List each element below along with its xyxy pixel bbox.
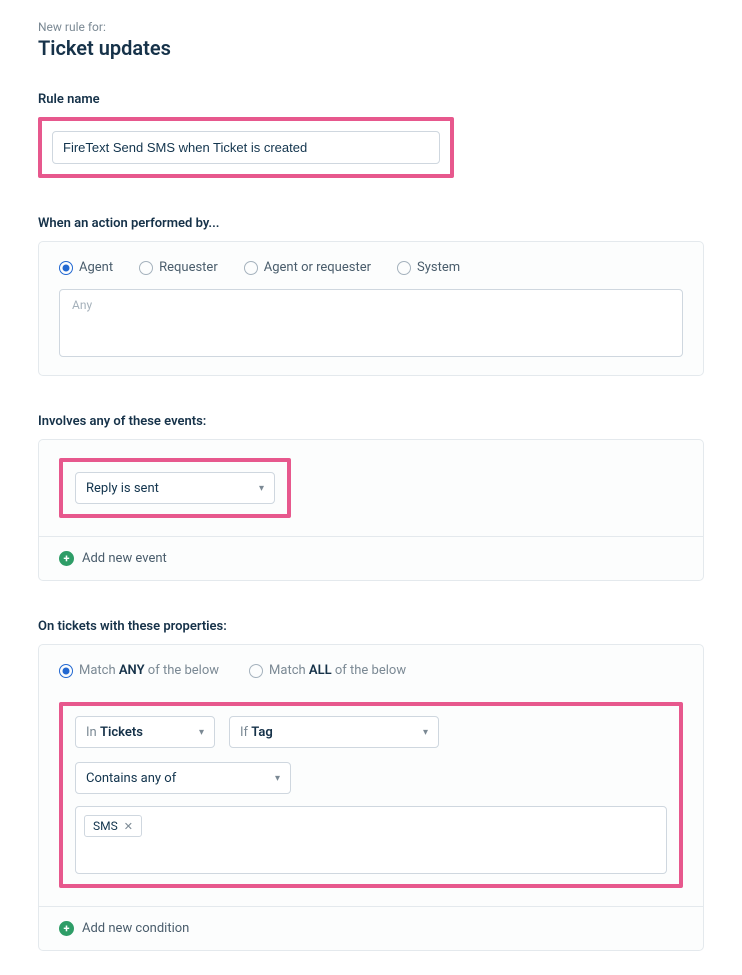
radio-agent[interactable]: Agent — [59, 260, 113, 275]
rule-name-highlight — [38, 117, 454, 178]
rule-name-label: Rule name — [38, 92, 704, 107]
chevron-down-icon: ▾ — [259, 483, 264, 494]
radio-label: Requester — [159, 260, 218, 275]
event-select-value: Reply is sent — [86, 481, 159, 496]
chevron-down-icon: ▾ — [275, 773, 280, 784]
performed-by-label: When an action performed by... — [38, 216, 704, 231]
radio-label: Agent — [79, 260, 113, 275]
condition-highlight: In Tickets ▾ If Tag ▾ Contains any of ▾ — [59, 702, 683, 888]
any-placeholder: Any — [72, 298, 92, 312]
add-condition-label: Add new condition — [82, 921, 189, 936]
add-new-event-button[interactable]: + Add new event — [39, 536, 703, 580]
condition-in-value: In Tickets — [86, 725, 143, 740]
performed-by-panel: Agent Requester Agent or requester Syste… — [38, 241, 704, 376]
add-new-condition-button[interactable]: + Add new condition — [39, 906, 703, 950]
event-highlight: Reply is sent ▾ — [59, 458, 291, 518]
conditions-panel: Match ANY of the below Match ALL of the … — [38, 644, 704, 951]
condition-if-select[interactable]: If Tag ▾ — [229, 716, 439, 748]
radio-label: System — [417, 260, 460, 275]
radio-match-any[interactable]: Match ANY of the below — [59, 663, 219, 678]
tag-chip: SMS ✕ — [84, 815, 142, 837]
plus-icon: + — [59, 551, 74, 566]
events-label: Involves any of these events: — [38, 414, 704, 429]
tag-label: SMS — [93, 819, 118, 833]
condition-in-select[interactable]: In Tickets ▾ — [75, 716, 215, 748]
radio-icon — [244, 261, 258, 275]
events-panel: Reply is sent ▾ + Add new event — [38, 439, 704, 581]
close-icon[interactable]: ✕ — [124, 820, 133, 833]
condition-operator-select[interactable]: Contains any of ▾ — [75, 762, 291, 794]
condition-operator-value: Contains any of — [86, 771, 176, 786]
chevron-down-icon: ▾ — [199, 727, 204, 738]
page-title: Ticket updates — [38, 36, 704, 60]
add-event-label: Add new event — [82, 551, 167, 566]
radio-icon — [139, 261, 153, 275]
performed-by-radio-group: Agent Requester Agent or requester Syste… — [59, 260, 683, 275]
rule-name-input[interactable] — [52, 131, 440, 164]
chevron-down-icon: ▾ — [423, 727, 428, 738]
radio-icon — [59, 261, 73, 275]
conditions-label: On tickets with these properties: — [38, 619, 704, 634]
condition-tags-input[interactable]: SMS ✕ — [75, 806, 667, 874]
radio-label: Agent or requester — [264, 260, 371, 275]
radio-system[interactable]: System — [397, 260, 460, 275]
match-any-label: Match ANY of the below — [79, 663, 219, 678]
radio-icon — [397, 261, 411, 275]
agent-any-input[interactable]: Any — [59, 289, 683, 357]
match-radio-group: Match ANY of the below Match ALL of the … — [59, 663, 683, 684]
radio-icon — [59, 664, 73, 678]
condition-if-value: If Tag — [240, 725, 273, 740]
page-supertitle: New rule for: — [38, 20, 704, 34]
radio-requester[interactable]: Requester — [139, 260, 218, 275]
event-select[interactable]: Reply is sent ▾ — [75, 472, 275, 504]
radio-agent-or-requester[interactable]: Agent or requester — [244, 260, 371, 275]
radio-icon — [249, 664, 263, 678]
match-all-label: Match ALL of the below — [269, 663, 406, 678]
radio-match-all[interactable]: Match ALL of the below — [249, 663, 406, 678]
plus-icon: + — [59, 921, 74, 936]
